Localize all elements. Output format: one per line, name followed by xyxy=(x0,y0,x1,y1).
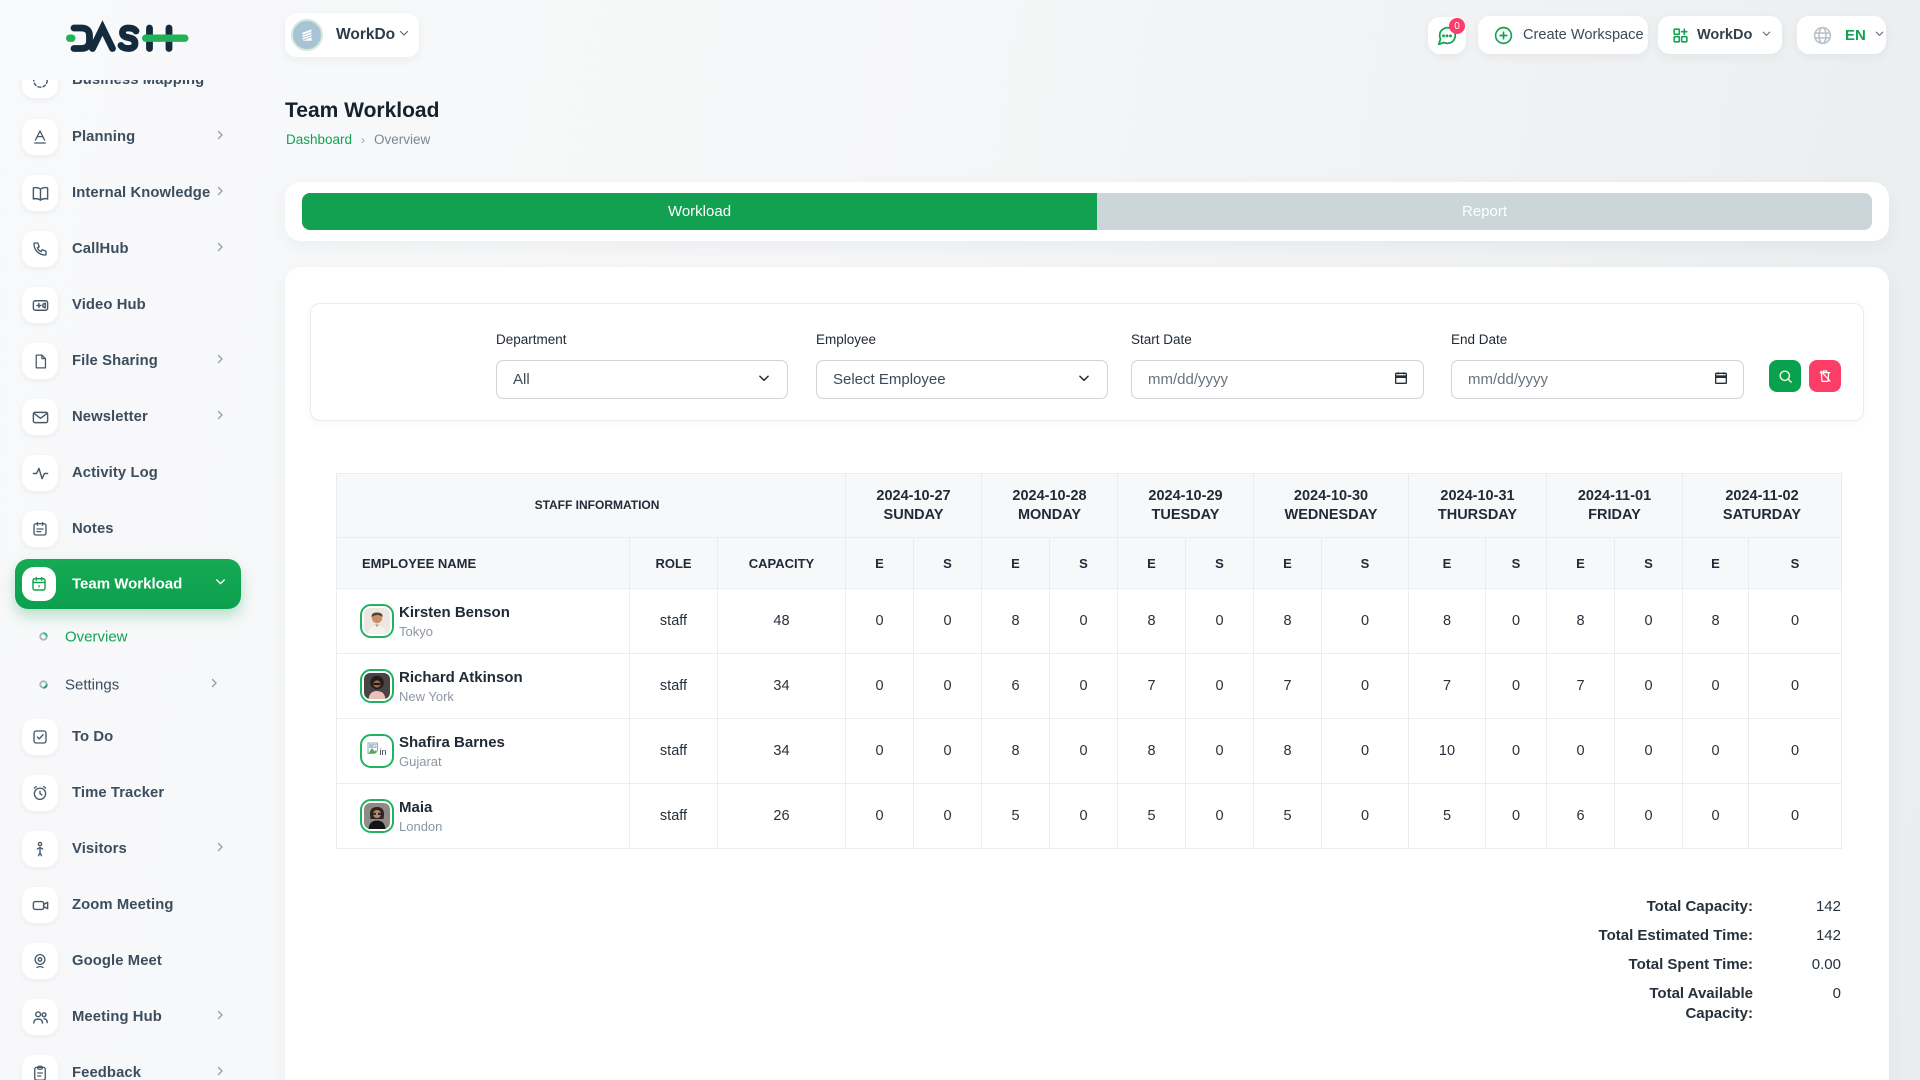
svg-text:in: in xyxy=(380,747,387,757)
